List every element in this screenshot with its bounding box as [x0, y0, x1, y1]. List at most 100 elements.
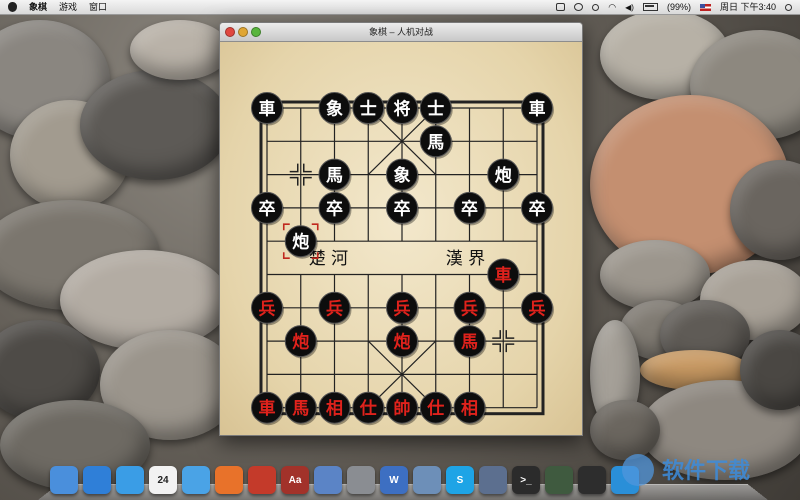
preview-icon[interactable]: [413, 466, 441, 494]
terminal-icon[interactable]: >_: [512, 466, 540, 494]
apple-menu-icon[interactable]: [8, 2, 17, 12]
piece-label: 卒: [259, 198, 276, 219]
piece-label: 炮: [292, 232, 309, 253]
position-marker: [303, 163, 312, 173]
battery-icon[interactable]: [642, 3, 658, 11]
battery-percent: (99%): [666, 2, 691, 12]
app-menu[interactable]: 象棋: [29, 0, 47, 14]
menu-clock[interactable]: 周日 下午3:40: [720, 0, 776, 14]
parallels-icon[interactable]: [248, 466, 276, 494]
red-piece[interactable]: 車: [487, 258, 521, 292]
black-piece[interactable]: 馬: [419, 125, 453, 159]
piece-label: 炮: [292, 332, 309, 353]
selection-corner: [282, 252, 290, 259]
piece-label: 士: [360, 99, 377, 120]
piece-label: 仕: [359, 398, 377, 419]
app-store-icon[interactable]: [83, 466, 111, 494]
piece-label: 帥: [394, 398, 411, 419]
red-piece[interactable]: 帥: [386, 391, 420, 426]
piece-label: 相: [326, 398, 343, 419]
piece-label: 馬: [326, 166, 343, 186]
red-piece[interactable]: 仕: [352, 391, 386, 426]
skype-icon[interactable]: S: [446, 466, 474, 494]
piece-label: 炮: [495, 165, 512, 186]
red-piece[interactable]: 炮: [284, 325, 318, 359]
selection-corner: [282, 223, 290, 231]
position-marker: [303, 176, 312, 186]
red-piece[interactable]: 兵: [251, 291, 285, 326]
red-piece[interactable]: 馬: [453, 325, 487, 359]
black-piece[interactable]: 象: [318, 92, 352, 126]
piece-label: 相: [461, 398, 478, 419]
piece-label: 卒: [529, 198, 546, 219]
watermark: 软件下载: [622, 454, 750, 486]
piece-label: 馬: [292, 399, 309, 419]
red-piece[interactable]: 馬: [284, 391, 318, 426]
menu-game[interactable]: 游戏: [59, 0, 77, 14]
board-area: 楚 河漢 界車象士将士車馬馬象炮卒卒卒卒卒炮車兵兵兵兵兵炮炮馬車馬相仕帥仕相: [220, 42, 582, 435]
selection-corner: [311, 223, 319, 231]
network-icon[interactable]: [479, 466, 507, 494]
black-piece[interactable]: 車: [521, 92, 555, 126]
red-piece[interactable]: 兵: [453, 291, 487, 326]
word-icon[interactable]: W: [380, 466, 408, 494]
red-piece[interactable]: 相: [318, 391, 352, 426]
itunes-icon[interactable]: [116, 466, 144, 494]
red-piece[interactable]: 車: [251, 391, 285, 426]
window-titlebar[interactable]: 象棋 – 人机对战: [220, 23, 582, 42]
black-piece[interactable]: 炮: [284, 225, 318, 259]
firefox-icon[interactable]: [215, 466, 243, 494]
calendar-icon[interactable]: 24: [149, 466, 177, 494]
black-piece[interactable]: 卒: [251, 191, 285, 226]
stone: [130, 20, 230, 80]
black-piece[interactable]: 卒: [521, 191, 555, 226]
xcode-icon[interactable]: [314, 466, 342, 494]
piece-label: 卒: [394, 198, 411, 219]
red-piece[interactable]: 兵: [521, 291, 555, 326]
piece-label: 将: [394, 99, 411, 120]
position-marker: [289, 163, 299, 173]
red-piece[interactable]: 兵: [386, 291, 420, 326]
piece-label: 馬: [461, 333, 478, 353]
piece-label: 士: [427, 99, 444, 120]
menu-window[interactable]: 窗口: [89, 0, 107, 14]
red-piece[interactable]: 仕: [419, 391, 453, 426]
volume-icon[interactable]: ◀): [625, 3, 634, 12]
black-piece[interactable]: 将: [386, 92, 420, 126]
red-piece[interactable]: 相: [453, 391, 487, 426]
black-piece[interactable]: 車: [251, 92, 285, 126]
status-tray-icon[interactable]: [556, 3, 566, 11]
spotlight-search-icon[interactable]: [785, 3, 792, 11]
piece-label: 炮: [394, 332, 411, 353]
finder-icon[interactable]: [50, 466, 78, 494]
system-preferences-icon[interactable]: [347, 466, 375, 494]
black-piece[interactable]: 炮: [487, 158, 521, 193]
piece-label: 卒: [461, 198, 478, 219]
wifi-icon[interactable]: ◠: [608, 2, 616, 13]
black-piece[interactable]: 馬: [318, 158, 352, 193]
black-piece[interactable]: 卒: [318, 191, 352, 226]
bluetooth-icon[interactable]: [592, 3, 600, 11]
black-piece[interactable]: 象: [386, 158, 420, 193]
piece-label: 兵: [461, 298, 478, 319]
dictionary-icon[interactable]: Aa: [281, 466, 309, 494]
stone: [80, 70, 230, 180]
safari-icon[interactable]: [182, 466, 210, 494]
piece-label: 象: [326, 99, 343, 120]
black-piece[interactable]: 士: [419, 92, 453, 126]
menu-bar: 象棋 游戏 窗口 ◠ ◀) (99%) 周日 下午3:40: [0, 0, 800, 15]
xiangqi-board[interactable]: 楚 河漢 界車象士将士車馬馬象炮卒卒卒卒卒炮車兵兵兵兵兵炮炮馬車馬相仕帥仕相: [220, 42, 582, 435]
chess-window: 象棋 – 人机对战 楚 河漢 界車象士将士車馬馬象炮卒卒卒卒卒炮車兵兵兵兵兵炮炮…: [219, 22, 583, 436]
time-machine-icon[interactable]: [574, 3, 584, 11]
black-piece[interactable]: 卒: [453, 191, 487, 226]
black-piece[interactable]: 卒: [386, 191, 420, 226]
activity-icon[interactable]: [545, 466, 573, 494]
black-piece[interactable]: 士: [352, 92, 386, 126]
red-piece[interactable]: 兵: [318, 291, 352, 326]
piece-label: 車: [495, 265, 512, 286]
piece-label: 仕: [426, 398, 444, 419]
red-piece[interactable]: 炮: [386, 325, 420, 359]
input-source-flag-icon[interactable]: [699, 3, 711, 11]
position-marker: [492, 330, 501, 339]
qq-icon[interactable]: [578, 466, 606, 494]
